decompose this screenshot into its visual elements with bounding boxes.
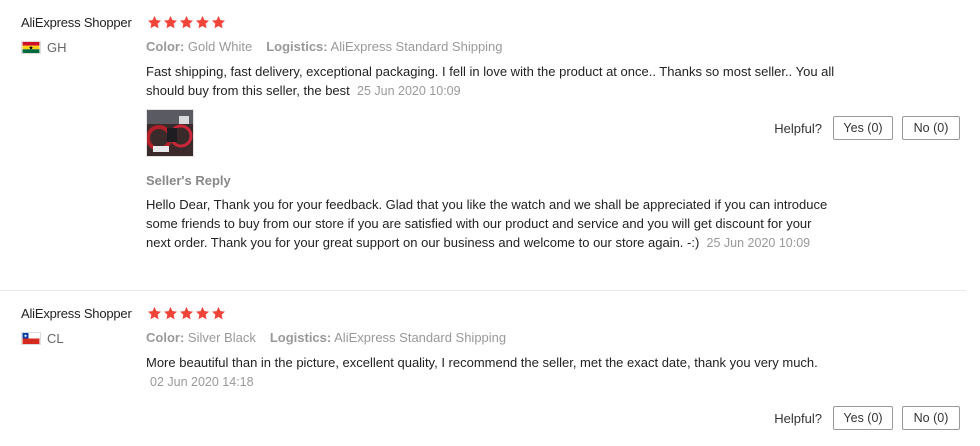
review-date: 25 Jun 2020 10:09 (357, 84, 461, 98)
review-meta: Color: Gold White Logistics: AliExpress S… (146, 39, 503, 54)
review-divider (0, 290, 966, 291)
helpful-voting: Helpful? Yes (0) No (0) (774, 406, 960, 430)
ghana-flag-icon (21, 41, 41, 54)
color-value: Gold White (187, 39, 253, 54)
star-icon (211, 306, 226, 320)
reviewer-name: AliExpress Shopper (21, 306, 132, 321)
helpful-voting: Helpful? Yes (0) No (0) (774, 116, 960, 140)
review-text: Fast shipping, fast delivery, exceptiona… (146, 62, 871, 101)
reviewer-name: AliExpress Shopper (21, 15, 132, 30)
star-rating (147, 306, 226, 321)
review-body: Fast shipping, fast delivery, exceptiona… (146, 64, 835, 98)
star-icon (163, 306, 178, 320)
review-photo-thumbnail[interactable] (146, 109, 194, 157)
helpful-yes-button[interactable]: Yes (0) (833, 406, 893, 430)
review-date: 02 Jun 2020 14:18 (150, 375, 254, 389)
review-date-line: 02 Jun 2020 14:18 (150, 372, 875, 392)
helpful-label: Helpful? (774, 410, 822, 426)
reviewer-country: GH (21, 40, 67, 55)
star-icon (179, 15, 194, 29)
helpful-label: Helpful? (774, 120, 822, 136)
helpful-no-button[interactable]: No (0) (902, 116, 960, 140)
color-label: Color: (146, 330, 185, 345)
star-icon (211, 15, 226, 29)
seller-reply-title: Seller's Reply (146, 173, 231, 188)
logistics-label: Logistics: (269, 330, 332, 345)
star-icon (195, 15, 210, 29)
seller-reply-text: Hello Dear, Thank you for your feedback.… (146, 195, 836, 253)
logistics-value: AliExpress Standard Shipping (334, 330, 507, 345)
review-meta: Color: Silver Black Logistics: AliExpress… (146, 330, 506, 345)
review-body: More beautiful than in the picture, exce… (146, 355, 818, 370)
product-photo-icon (147, 110, 193, 156)
helpful-no-button[interactable]: No (0) (902, 406, 960, 430)
review-text: More beautiful than in the picture, exce… (146, 353, 871, 372)
reviewer-country: CL (21, 331, 64, 346)
star-rating (147, 15, 226, 30)
color-value: Silver Black (187, 330, 256, 345)
star-icon (195, 306, 210, 320)
helpful-yes-button[interactable]: Yes (0) (833, 116, 893, 140)
country-code: CL (47, 331, 64, 346)
seller-reply-date: 25 Jun 2020 10:09 (706, 236, 811, 250)
star-icon (163, 15, 178, 29)
star-icon (147, 306, 162, 320)
logistics-label: Logistics: (266, 39, 328, 54)
country-code: GH (47, 40, 67, 55)
color-label: Color: (146, 39, 185, 54)
chile-flag-icon (21, 332, 41, 345)
logistics-value: AliExpress Standard Shipping (330, 39, 503, 54)
star-icon (147, 15, 162, 29)
star-icon (179, 306, 194, 320)
